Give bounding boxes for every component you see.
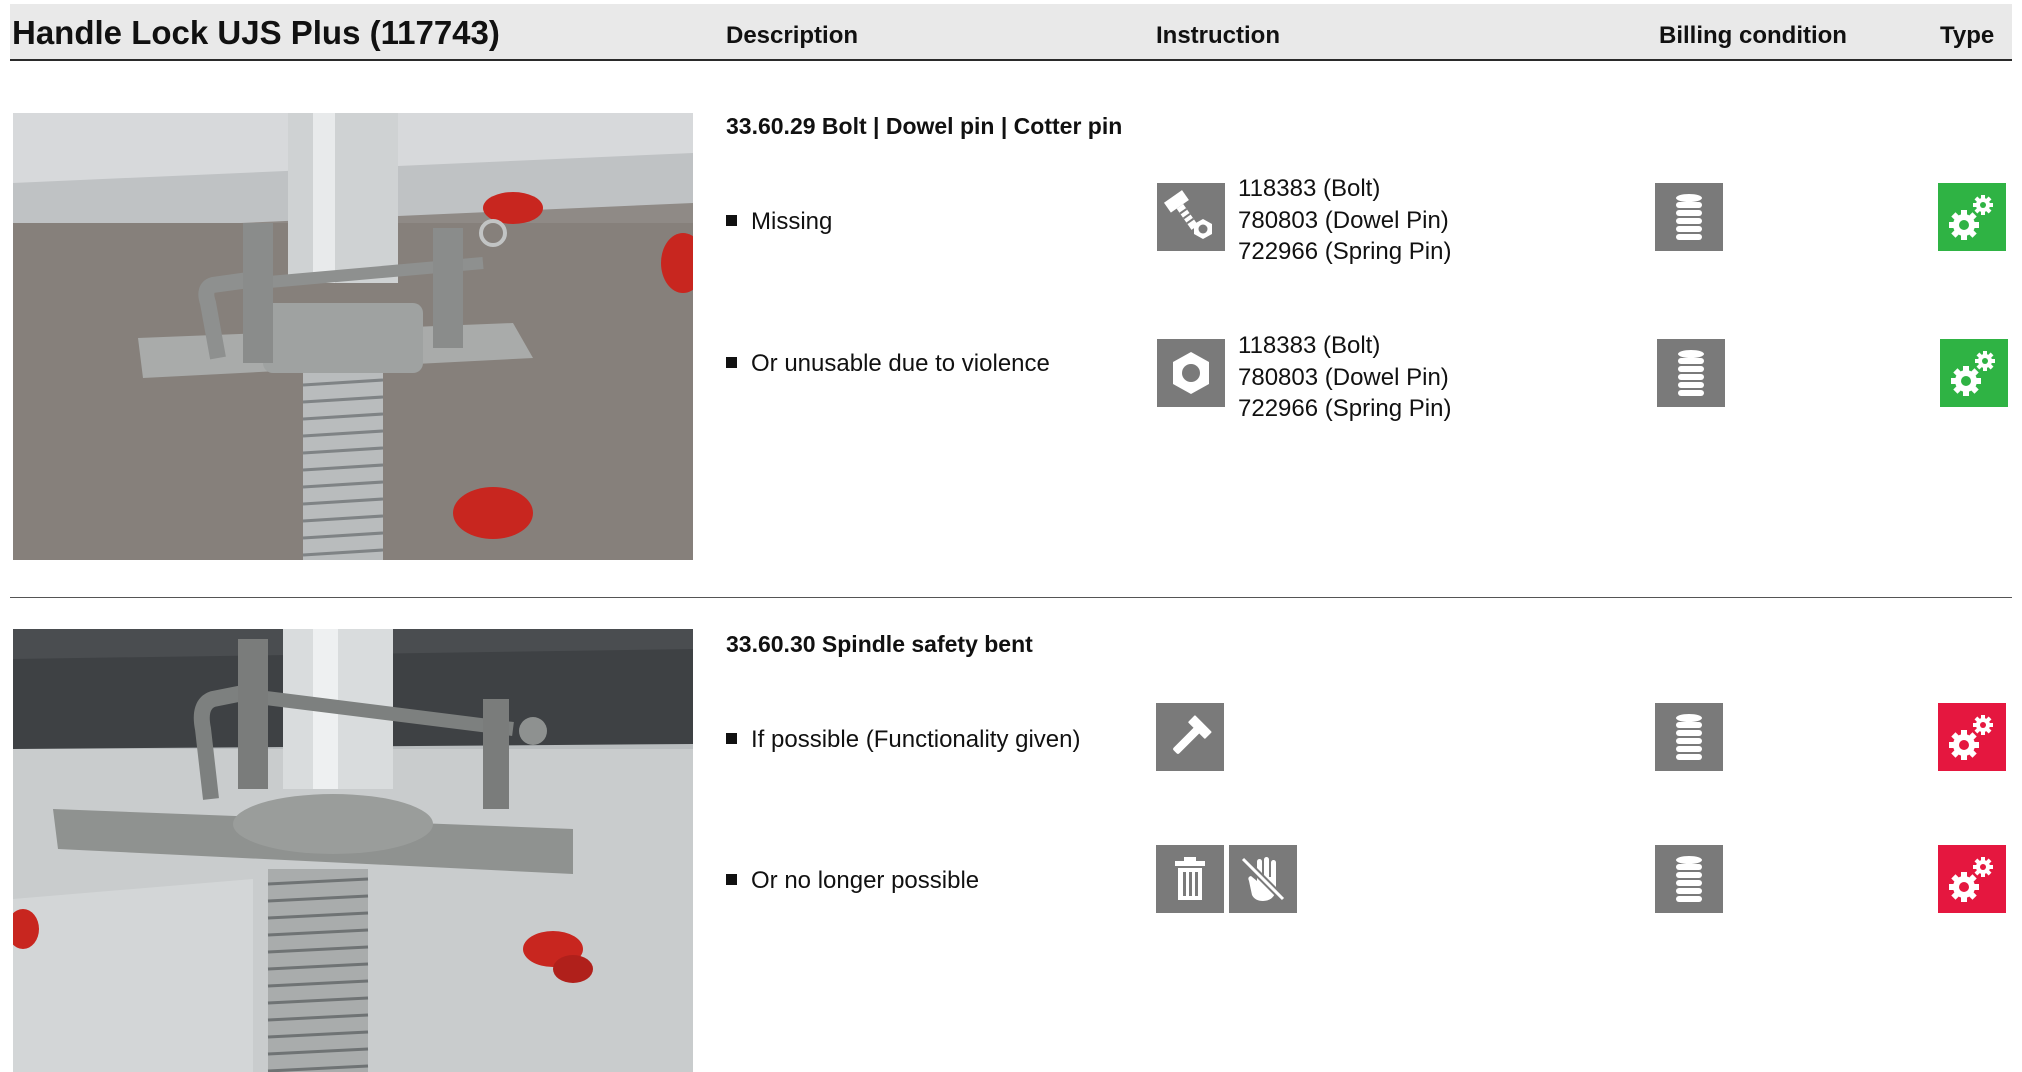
page-title: Handle Lock UJS Plus (117743) <box>12 14 500 51</box>
coin-stack-icon <box>1657 339 1725 407</box>
no-hand-icon <box>1229 845 1297 913</box>
item-label: Or unusable due to violence <box>751 350 1050 377</box>
item-label: Or no longer possible <box>751 867 980 894</box>
part-number: 722966 (Spring Pin) <box>1238 395 1452 422</box>
part-numbers: 118383 (Bolt) 780803 (Dowel Pin) 722966 … <box>1238 330 1451 425</box>
part-numbers: 118383 (Bolt) 780803 (Dowel Pin) 722966 … <box>1238 173 1451 268</box>
photo-spindle-handle-lock <box>13 113 693 560</box>
bullet-icon <box>726 733 737 745</box>
photo-spindle-safety-bent <box>13 629 693 1072</box>
part-number: 780803 (Dowel Pin) <box>1238 363 1449 391</box>
section-title: 33.60.30 Spindle safety bent <box>726 631 1033 657</box>
gears-icon <box>1938 845 2006 913</box>
bullet-icon <box>726 357 737 369</box>
gears-icon <box>1938 703 2006 771</box>
gears-icon <box>1940 339 2008 407</box>
bolt-nut-icon <box>1157 183 1225 251</box>
item-label: If possible (Functionality given) <box>751 726 1081 753</box>
gears-icon <box>1938 183 2006 251</box>
coin-stack-icon <box>1655 183 1723 251</box>
section-divider <box>10 597 2012 598</box>
hammer-icon <box>1156 703 1224 771</box>
bullet-icon <box>726 874 737 886</box>
column-header-instruction: Instruction <box>1156 22 1280 49</box>
nut-icon <box>1157 339 1225 407</box>
coin-stack-icon <box>1655 845 1723 913</box>
bullet-icon <box>726 215 737 227</box>
part-number: 780803 (Dowel Pin) <box>1238 206 1449 234</box>
column-header-type: Type <box>1940 22 1995 49</box>
part-number: 118383 (Bolt) <box>1238 175 1381 202</box>
table-header: Handle Lock UJS Plus (117743) Descriptio… <box>10 4 2012 61</box>
list-item-no-longer-possible: Or no longer possible <box>726 867 979 895</box>
part-number: 722966 (Spring Pin) <box>1238 238 1452 265</box>
section-title: 33.60.29 Bolt | Dowel pin | Cotter pin <box>726 113 1123 139</box>
coin-stack-icon <box>1655 703 1723 771</box>
list-item-missing: Missing <box>726 208 832 236</box>
list-item-unusable: Or unusable due to violence <box>726 350 1050 378</box>
column-header-description: Description <box>726 22 859 49</box>
part-number: 118383 (Bolt) <box>1238 332 1381 359</box>
column-header-billing-condition: Billing condition <box>1659 22 1847 49</box>
item-label: Missing <box>751 208 833 235</box>
trash-icon <box>1156 845 1224 913</box>
list-item-if-possible: If possible (Functionality given) <box>726 726 1080 754</box>
